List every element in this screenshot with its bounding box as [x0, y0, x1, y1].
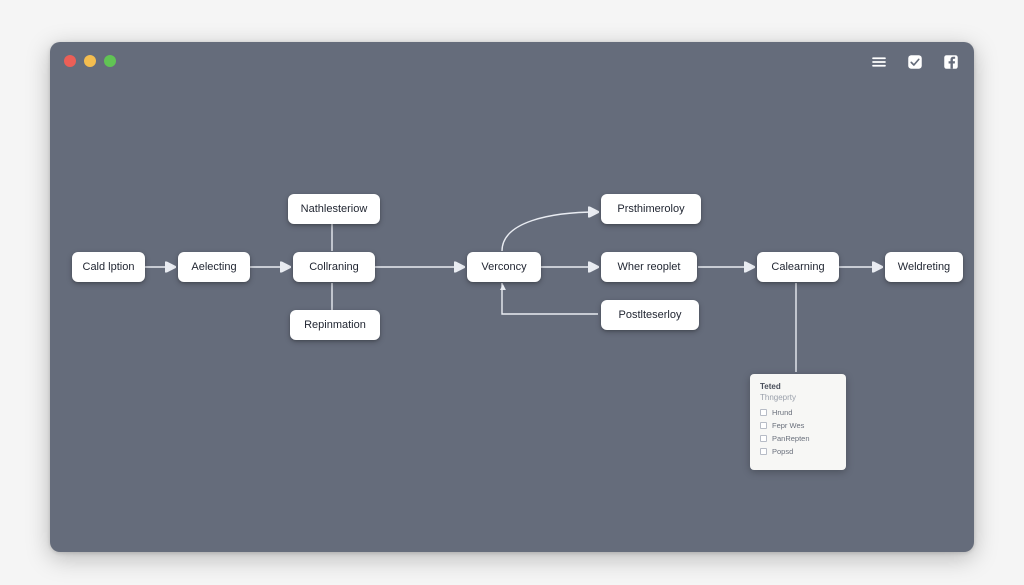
panel-option[interactable]: Fepr Wes	[760, 421, 836, 430]
option-label: PanRepten	[772, 434, 810, 443]
node-label: Verconcy	[481, 261, 526, 273]
node-label: Prsthimeroloy	[617, 203, 684, 215]
node-label: Collraning	[309, 261, 359, 273]
node-label: Weldreting	[898, 261, 950, 273]
panel-title: Teted	[760, 382, 836, 391]
app-window: Cald lption Aelecting Collraning Verconc…	[50, 42, 974, 552]
properties-panel[interactable]: Teted Thngeprty Hrund Fepr Wes PanRepten…	[750, 374, 846, 470]
flow-node-prsthimeroloy[interactable]: Prsthimeroloy	[601, 194, 701, 224]
node-label: Repinmation	[304, 319, 366, 331]
panel-subtitle: Thngeprty	[760, 393, 836, 402]
panel-option[interactable]: Hrund	[760, 408, 836, 417]
option-label: Popsd	[772, 447, 793, 456]
flow-node-aelecting[interactable]: Aelecting	[178, 252, 250, 282]
edges-layer	[50, 42, 974, 552]
option-label: Hrund	[772, 408, 792, 417]
option-label: Fepr Wes	[772, 421, 804, 430]
checkbox-icon[interactable]	[760, 422, 767, 429]
cursor-indicator-icon: ▲	[498, 282, 508, 293]
flow-canvas[interactable]: Cald lption Aelecting Collraning Verconc…	[50, 42, 974, 552]
flow-node-verconcy[interactable]: Verconcy	[467, 252, 541, 282]
node-label: Cald lption	[83, 261, 135, 273]
panel-option[interactable]: PanRepten	[760, 434, 836, 443]
panel-option[interactable]: Popsd	[760, 447, 836, 456]
node-label: Postlteserloy	[619, 309, 682, 321]
checkbox-icon[interactable]	[760, 409, 767, 416]
flow-node-postlteserloy[interactable]: Postlteserloy	[601, 300, 699, 330]
node-label: Nathlesteriow	[301, 203, 368, 215]
flow-node-collraning[interactable]: Collraning	[293, 252, 375, 282]
checkbox-icon[interactable]	[760, 448, 767, 455]
checkbox-icon[interactable]	[760, 435, 767, 442]
node-label: Wher reoplet	[618, 261, 681, 273]
node-label: Calearning	[771, 261, 824, 273]
flow-node-cald-lption[interactable]: Cald lption	[72, 252, 145, 282]
node-label: Aelecting	[191, 261, 236, 273]
flow-node-calearning[interactable]: Calearning	[757, 252, 839, 282]
flow-node-weldreting[interactable]: Weldreting	[885, 252, 963, 282]
flow-node-repinmation[interactable]: Repinmation	[290, 310, 380, 340]
flow-node-wher-reoplet[interactable]: Wher reoplet	[601, 252, 697, 282]
flow-node-nathlesteriow[interactable]: Nathlesteriow	[288, 194, 380, 224]
